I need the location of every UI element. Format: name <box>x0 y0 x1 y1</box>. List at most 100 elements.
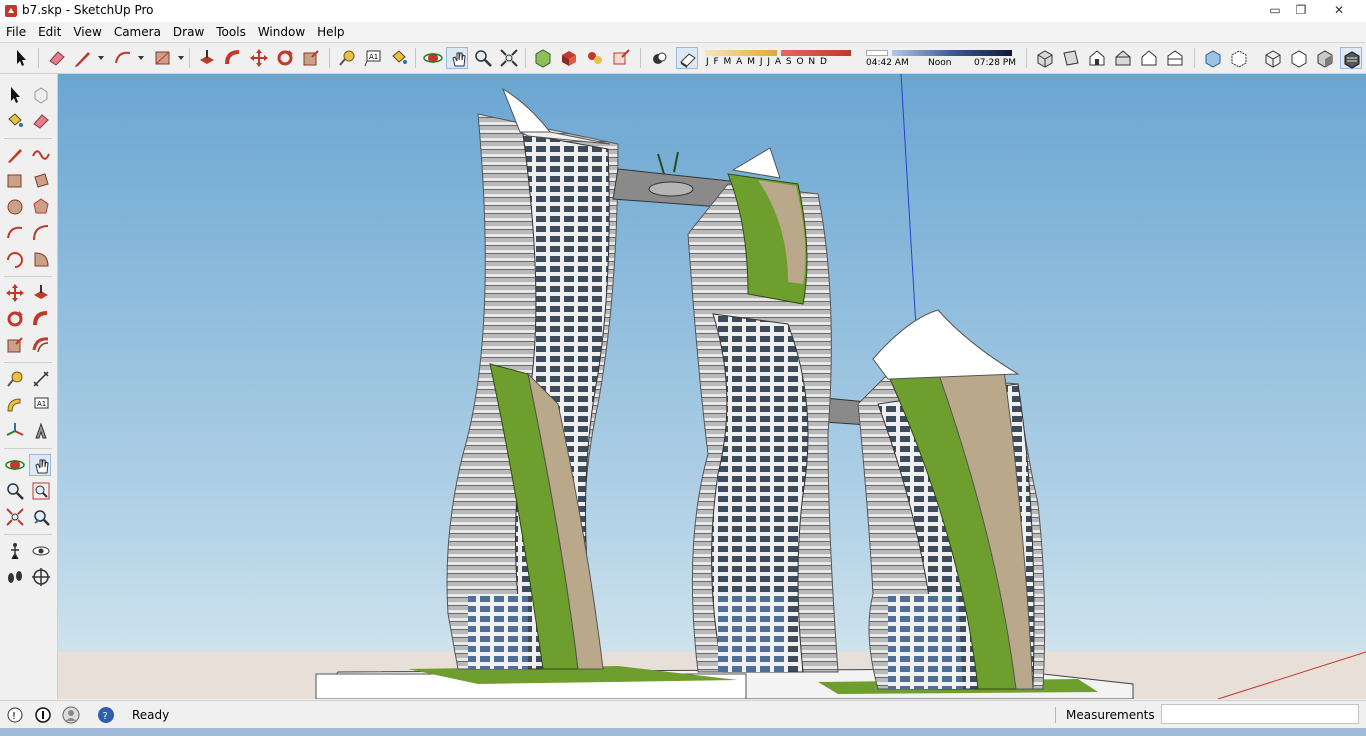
menu-file[interactable]: File <box>0 22 32 42</box>
menu-edit[interactable]: Edit <box>32 22 67 42</box>
menu-draw[interactable]: Draw <box>167 22 210 42</box>
scale-icon[interactable] <box>300 47 322 69</box>
arc-icon[interactable] <box>112 47 134 69</box>
previous-view-icon[interactable] <box>30 506 52 528</box>
iso-view-icon[interactable] <box>1034 47 1056 69</box>
3d-warehouse-icon[interactable] <box>532 47 554 69</box>
rectangle-icon[interactable] <box>152 47 174 69</box>
xray-icon[interactable] <box>1202 47 1224 69</box>
rotate-icon[interactable] <box>4 308 26 330</box>
menu-tools[interactable]: Tools <box>210 22 252 42</box>
follow-me-icon[interactable] <box>222 47 244 69</box>
eraser-icon[interactable] <box>30 110 52 132</box>
text-icon[interactable]: A1 <box>362 47 384 69</box>
pan-icon[interactable] <box>29 454 51 476</box>
section-plane-icon[interactable] <box>30 566 52 588</box>
rotated-rectangle-icon[interactable] <box>30 170 52 192</box>
right-view-icon[interactable] <box>1112 47 1134 69</box>
orbit-icon[interactable] <box>422 47 444 69</box>
three-point-arc-icon[interactable] <box>4 248 26 270</box>
dimension-icon[interactable] <box>30 368 52 390</box>
tape-measure-icon[interactable] <box>4 368 26 390</box>
protractor-icon[interactable] <box>4 394 26 416</box>
share-icon[interactable] <box>610 47 632 69</box>
menu-help[interactable]: Help <box>311 22 350 42</box>
pan-icon[interactable] <box>446 47 468 69</box>
walk-icon[interactable] <box>4 566 26 588</box>
model-viewport[interactable] <box>58 74 1366 699</box>
time-start-label: 04:42 AM <box>866 58 909 68</box>
line-icon[interactable] <box>4 144 26 166</box>
model-scene[interactable] <box>58 74 1366 699</box>
move-icon[interactable] <box>4 282 26 304</box>
zoom-window-icon[interactable] <box>30 480 52 502</box>
follow-me-icon[interactable] <box>30 308 52 330</box>
help-icon[interactable]: ? <box>97 706 115 724</box>
select-icon[interactable] <box>4 84 26 106</box>
close-button[interactable]: ✕ <box>1326 0 1352 20</box>
push-pull-icon[interactable] <box>30 282 52 304</box>
tape-measure-icon[interactable] <box>336 47 358 69</box>
3d-text-icon[interactable] <box>30 420 52 442</box>
main-toolbar: A1 J F M A M J J A S O N D 04:42 AM Noon… <box>0 43 1366 74</box>
extension-warehouse-icon[interactable] <box>558 47 580 69</box>
windows-taskbar <box>0 728 1366 736</box>
pencil-icon[interactable] <box>72 47 94 69</box>
zoom-extents-icon[interactable] <box>498 47 520 69</box>
menu-camera[interactable]: Camera <box>108 22 167 42</box>
arc-icon[interactable] <box>4 222 26 244</box>
minimize-button[interactable]: ▭ <box>1262 0 1288 20</box>
rectangle-icon[interactable] <box>4 170 26 192</box>
restore-button[interactable]: ❐ <box>1288 0 1314 20</box>
paint-bucket-icon[interactable] <box>4 110 26 132</box>
month-slider[interactable] <box>705 50 777 56</box>
left-toolbar: A1 <box>0 74 58 699</box>
time-slider[interactable] <box>892 50 1012 56</box>
menu-bar: File Edit View Camera Draw Tools Window Help <box>0 22 1366 43</box>
front-view-icon[interactable] <box>1086 47 1108 69</box>
sketchup-logo-icon <box>5 5 17 17</box>
time-slider-start[interactable] <box>866 50 888 56</box>
axes-icon[interactable] <box>4 420 26 442</box>
circle-icon[interactable] <box>4 196 26 218</box>
shadow-toggle-icon[interactable] <box>648 47 670 69</box>
svg-text:A1: A1 <box>369 53 378 61</box>
top-view-icon[interactable] <box>1060 47 1082 69</box>
shaded-textures-icon[interactable] <box>1340 47 1362 69</box>
rotate-icon[interactable] <box>274 47 296 69</box>
select-icon[interactable] <box>10 47 32 69</box>
hidden-line-icon[interactable] <box>1288 47 1310 69</box>
title-bar: b7.skp - SketchUp Pro ▭ ❐ ✕ <box>0 0 1366 23</box>
look-around-icon[interactable] <box>30 540 52 562</box>
zoom-icon[interactable] <box>472 47 494 69</box>
shaded-icon[interactable] <box>1314 47 1336 69</box>
measurements-input[interactable] <box>1161 704 1359 724</box>
menu-window[interactable]: Window <box>252 22 311 42</box>
text-icon[interactable]: A1 <box>30 394 52 416</box>
shadow-settings-icon[interactable] <box>676 47 698 69</box>
user-account-icon[interactable] <box>62 706 80 724</box>
pie-icon[interactable] <box>30 248 52 270</box>
zoom-icon[interactable] <box>4 480 26 502</box>
position-camera-icon[interactable] <box>4 540 26 562</box>
wireframe-icon[interactable] <box>1262 47 1284 69</box>
geo-location-icon[interactable]: ! <box>6 706 24 724</box>
menu-view[interactable]: View <box>67 22 107 42</box>
back-edges-icon[interactable] <box>1228 47 1250 69</box>
scale-icon[interactable] <box>4 334 26 356</box>
zoom-extents-icon[interactable] <box>4 506 26 528</box>
offset-icon[interactable] <box>30 334 52 356</box>
two-point-arc-icon[interactable] <box>30 222 52 244</box>
components-icon[interactable] <box>584 47 606 69</box>
left-view-icon[interactable] <box>1164 47 1186 69</box>
push-pull-icon[interactable] <box>196 47 218 69</box>
make-component-icon[interactable] <box>30 84 52 106</box>
paint-bucket-icon[interactable] <box>388 47 410 69</box>
polygon-icon[interactable] <box>30 196 52 218</box>
credits-icon[interactable] <box>34 706 52 724</box>
freehand-icon[interactable] <box>30 144 52 166</box>
move-icon[interactable] <box>248 47 270 69</box>
orbit-icon[interactable] <box>4 454 26 476</box>
back-view-icon[interactable] <box>1138 47 1160 69</box>
eraser-icon[interactable] <box>46 47 68 69</box>
